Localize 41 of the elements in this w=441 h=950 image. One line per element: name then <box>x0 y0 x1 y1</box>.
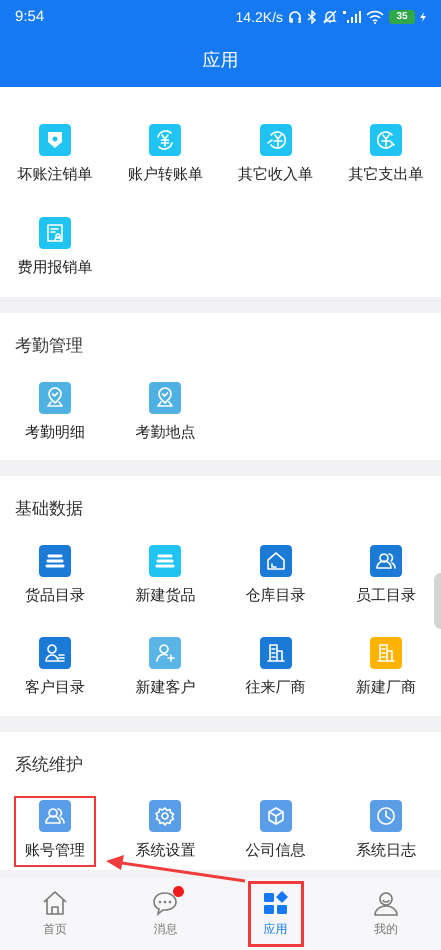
battery-icon: 35 <box>389 10 415 24</box>
network-speed: 14.2K/s <box>236 8 283 26</box>
app-shortcut[interactable]: 考勤地点 <box>124 378 206 448</box>
app-shortcut[interactable]: 客户目录 <box>14 633 96 704</box>
app-shortcut[interactable]: 坏账注销单 <box>14 120 96 190</box>
app-shortcut[interactable]: 仓库目录 <box>234 540 317 611</box>
app-shortcut[interactable]: 货品目录 <box>14 540 96 611</box>
tab-item[interactable]: 首页 <box>27 881 84 947</box>
tab-item[interactable]: 消息 <box>137 881 194 947</box>
home-icon <box>41 890 70 916</box>
section-title: 系统维护 <box>14 754 84 776</box>
side-handle[interactable] <box>434 573 441 629</box>
app-shortcut[interactable]: 新建客户 <box>124 633 206 704</box>
chat-bubble-icon <box>151 890 180 916</box>
section-title: 考勤管理 <box>14 335 84 357</box>
app-shortcut[interactable]: 其它收入单 <box>234 120 317 190</box>
app-shortcut[interactable]: 其它支出单 <box>344 120 427 190</box>
app-shortcut[interactable]: 员工目录 <box>344 540 427 611</box>
wifi-icon <box>366 10 384 24</box>
status-time: 9:54 <box>15 6 44 27</box>
user-icon <box>372 890 400 916</box>
app-shortcut[interactable]: 往来厂商 <box>234 633 317 704</box>
app-shortcut[interactable]: 账户转账单 <box>124 120 206 190</box>
app-shortcut[interactable]: 考勤明细 <box>14 378 96 448</box>
charging-icon <box>420 12 426 22</box>
app-shortcut[interactable]: 账号管理 <box>14 796 96 866</box>
app-shortcut[interactable]: 系统设置 <box>124 796 206 866</box>
page-title: 应用 <box>202 49 238 72</box>
bluetooth-icon <box>307 10 317 24</box>
section-title: 基础数据 <box>14 498 84 520</box>
app-shortcut[interactable]: 新建厂商 <box>344 633 427 704</box>
app-shortcut[interactable]: 系统日志 <box>344 796 427 866</box>
app-shortcut[interactable]: 新建货品 <box>124 540 206 611</box>
app-shortcut[interactable]: 费用报销单 <box>14 212 96 283</box>
app-shortcut[interactable]: 公司信息 <box>234 796 317 866</box>
tab-item[interactable]: 我的 <box>358 881 414 947</box>
signal-icon <box>343 10 361 24</box>
muted-bell-icon <box>322 10 338 24</box>
tab-item[interactable]: 应用 <box>248 881 304 947</box>
headphones-icon <box>288 10 302 24</box>
grid-icon <box>262 890 290 916</box>
